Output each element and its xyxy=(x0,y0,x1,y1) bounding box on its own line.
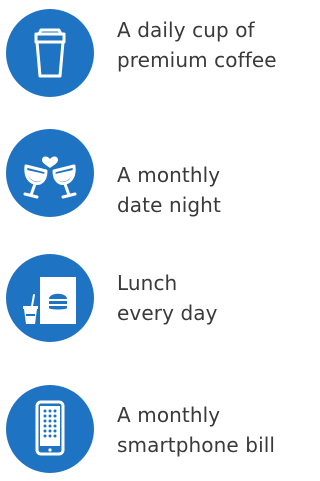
item-text: A monthly date night xyxy=(117,160,221,220)
wine-glasses-heart-icon xyxy=(6,129,94,217)
item-line1: Lunch xyxy=(117,271,178,295)
lunch-meal-icon xyxy=(6,254,94,342)
item-line1: A monthly xyxy=(117,403,221,427)
expense-examples-list: A daily cup of premium coffee A monthly … xyxy=(0,0,309,481)
item-text: A daily cup of premium coffee xyxy=(117,15,277,75)
coffee-cup-icon xyxy=(6,9,94,97)
item-line1: A monthly xyxy=(117,163,221,187)
item-line2: every day xyxy=(117,301,218,325)
item-line2: date night xyxy=(117,193,221,217)
smartphone-icon xyxy=(6,385,94,473)
item-line2: smartphone bill xyxy=(117,433,276,457)
item-line2: premium coffee xyxy=(117,48,277,72)
item-text: A monthly smartphone bill xyxy=(117,400,275,460)
item-line1: A daily cup of xyxy=(117,18,255,42)
item-text: Lunch every day xyxy=(117,268,218,328)
